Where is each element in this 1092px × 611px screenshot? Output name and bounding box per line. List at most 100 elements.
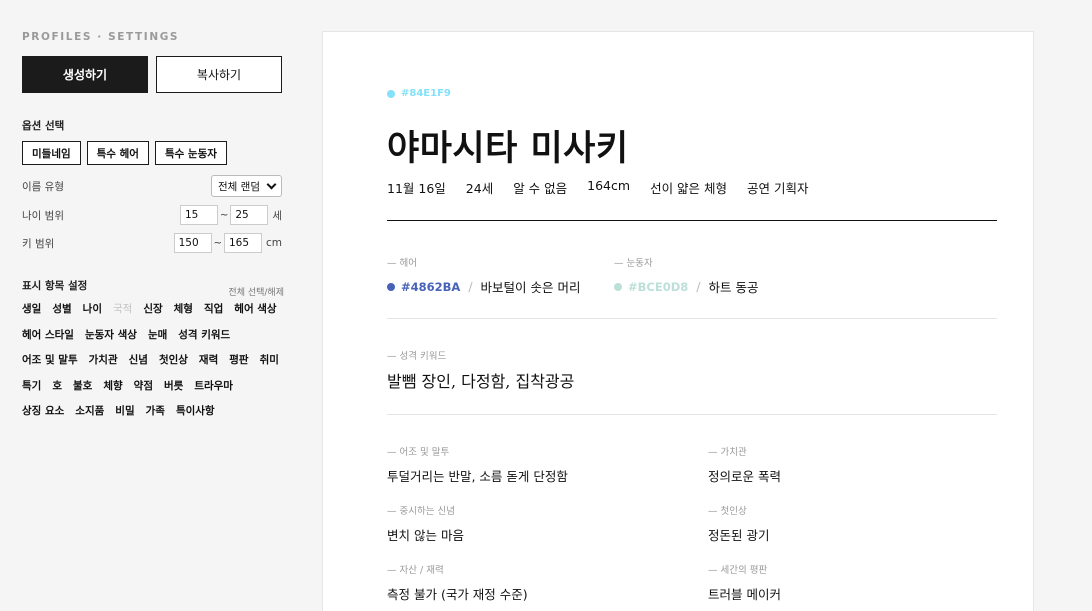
eye-color-dot — [614, 282, 622, 291]
separator: / — [696, 279, 701, 294]
select-all-toggle[interactable]: 전체 선택/해제 — [228, 285, 284, 298]
display-toggle[interactable]: 체형 — [174, 302, 193, 318]
detail-field: — 세간의 평판 트러블 메이커 — [708, 562, 781, 603]
display-toggle[interactable]: 약점 — [134, 379, 153, 395]
range-separator: ~ — [219, 209, 229, 221]
eye-shape: 하트 동공 — [708, 280, 759, 295]
display-toggles: 생일 성별 나이 국적 신장 체형 직업 헤어 색상헤어 스타일 눈동자 색상 눈매 성격 키워드어… — [22, 302, 284, 420]
detail-field: — 가치관 정의로운 폭력 — [708, 444, 781, 485]
display-toggle[interactable]: 소지품 — [75, 404, 104, 420]
detail-value: 측정 불가 (국가 재정 수준) — [387, 587, 528, 602]
detail-value: 변치 않는 마음 — [387, 528, 464, 543]
gender: 알 수 없음 — [513, 181, 568, 196]
brand-title: PROFILES · SETTINGS — [22, 31, 180, 43]
options-title: 옵션 선택 — [22, 120, 65, 132]
display-toggle[interactable]: 헤어 스타일 — [22, 328, 74, 344]
body-type: 선이 얇은 체형 — [650, 181, 728, 196]
display-toggle[interactable]: 불호 — [73, 379, 92, 395]
separator: / — [468, 279, 473, 294]
basic-info: 11월 16일 24세 알 수 없음 164cm 선이 얇은 체형 공연 기획자 — [387, 178, 997, 197]
display-toggle[interactable]: 어조 및 말투 — [22, 353, 78, 369]
eyes-field: — 눈동자 #BCE0D8 / 하트 동공 — [614, 255, 758, 296]
name-type-select[interactable]: 전체 랜덤 — [211, 175, 282, 197]
detail-field: — 어조 및 말투 투덜거리는 반말, 소름 돋게 단정함 — [387, 444, 568, 485]
display-toggle[interactable]: 평판 — [229, 353, 248, 369]
display-toggle[interactable]: 특이사항 — [176, 404, 215, 420]
generate-button[interactable]: 생성하기 — [22, 56, 148, 93]
display-toggle[interactable]: 상징 요소 — [22, 404, 64, 420]
detail-label: — 중시하는 신념 — [387, 506, 455, 517]
hair-color-dot — [387, 282, 395, 291]
theme-color-dot — [387, 89, 395, 98]
height-unit: cm — [265, 237, 282, 249]
display-toggle[interactable]: 취미 — [260, 353, 279, 369]
display-toggle[interactable]: 호 — [52, 379, 62, 395]
hair-color-hex: #4862BA — [401, 279, 461, 294]
display-toggle[interactable]: 국적 — [113, 302, 132, 318]
eyes-label: — 눈동자 — [614, 258, 653, 269]
detail-label: — 세간의 평판 — [708, 565, 768, 576]
display-toggle[interactable]: 생일 — [22, 302, 41, 318]
display-toggle[interactable]: 특기 — [22, 379, 41, 395]
display-toggle[interactable]: 버릇 — [164, 379, 183, 395]
detail-field: — 중시하는 신념 변치 않는 마음 — [387, 503, 464, 544]
height: 164cm — [587, 178, 631, 193]
display-toggle[interactable]: 트라우마 — [194, 379, 233, 395]
detail-label: — 가치관 — [708, 447, 747, 458]
eye-color-hex: #BCE0D8 — [628, 279, 689, 294]
display-toggle[interactable]: 성별 — [52, 302, 71, 318]
age-range-label: 나이 범위 — [22, 209, 64, 222]
display-toggle[interactable]: 재력 — [199, 353, 218, 369]
age: 24세 — [465, 181, 494, 196]
display-toggle[interactable]: 가족 — [146, 404, 165, 420]
copy-button[interactable]: 복사하기 — [156, 56, 282, 93]
detail-label: — 자산 / 재력 — [387, 565, 444, 576]
option-chips: 미들네임 특수 헤어 특수 눈동자 — [22, 141, 227, 165]
detail-value: 트러블 메이커 — [708, 587, 781, 602]
detail-value: 정돈된 광기 — [708, 528, 770, 543]
display-toggle[interactable]: 체향 — [103, 379, 122, 395]
display-toggle[interactable]: 첫인상 — [159, 353, 188, 369]
display-toggle[interactable]: 직업 — [204, 302, 223, 318]
eyes-value: #BCE0D8 / 하트 동공 — [614, 277, 758, 296]
display-toggle[interactable]: 가치관 — [89, 353, 118, 369]
occupation: 공연 기획자 — [747, 181, 809, 196]
chevron-down-icon — [266, 179, 277, 190]
personality-keywords: 발뺌 장인, 다정함, 집착광공 — [387, 372, 575, 391]
range-separator: ~ — [213, 237, 222, 249]
age-unit: 세 — [272, 209, 282, 222]
display-toggle[interactable]: 눈동자 색상 — [85, 328, 137, 344]
display-toggle[interactable]: 성격 키워드 — [178, 328, 230, 344]
character-name: 야마시타 미사키 — [387, 128, 629, 169]
hair-field: — 헤어 #4862BA / 바보털이 솟은 머리 — [387, 255, 580, 296]
chip-special-hair[interactable]: 특수 헤어 — [86, 141, 149, 165]
name-type-value: 전체 랜덤 — [218, 180, 260, 193]
age-min-input[interactable]: 15 — [179, 205, 218, 225]
theme-color-hex: #84E1F9 — [401, 88, 451, 99]
detail-field: — 자산 / 재력 측정 불가 (국가 재정 수준) — [387, 562, 528, 603]
display-toggle[interactable]: 비밀 — [115, 404, 134, 420]
display-toggle[interactable]: 헤어 색상 — [234, 302, 276, 318]
detail-label: — 첫인상 — [708, 506, 747, 517]
height-max-input[interactable]: 165 — [223, 233, 262, 253]
display-toggle[interactable]: 신념 — [129, 353, 148, 369]
divider — [387, 318, 997, 319]
birthday: 11월 16일 — [387, 181, 446, 196]
display-toggle[interactable]: 신장 — [143, 302, 162, 318]
display-toggle[interactable]: 눈매 — [148, 328, 167, 344]
age-max-input[interactable]: 25 — [230, 205, 269, 225]
display-toggle[interactable]: 나이 — [83, 302, 102, 318]
name-type-row: 이름 유형 전체 랜덤 — [22, 175, 282, 197]
divider — [387, 414, 997, 415]
detail-value: 정의로운 폭력 — [708, 469, 781, 484]
chip-special-eyes[interactable]: 특수 눈동자 — [154, 141, 227, 165]
personality-label: — 성격 키워드 — [387, 351, 447, 362]
settings-sidebar: PROFILES · SETTINGS 생성하기 복사하기 옵션 선택 미들네임… — [22, 0, 284, 611]
hair-style: 바보털이 솟은 머리 — [480, 280, 581, 295]
chip-middle-name[interactable]: 미들네임 — [22, 141, 81, 165]
height-range-row: 키 범위 150 ~ 165 cm — [22, 232, 282, 254]
name-type-label: 이름 유형 — [22, 180, 64, 193]
height-min-input[interactable]: 150 — [173, 233, 212, 253]
detail-field: — 첫인상 정돈된 광기 — [708, 503, 769, 544]
profile-card: #84E1F9 야마시타 미사키 11월 16일 24세 알 수 없음 164c… — [322, 31, 1034, 611]
